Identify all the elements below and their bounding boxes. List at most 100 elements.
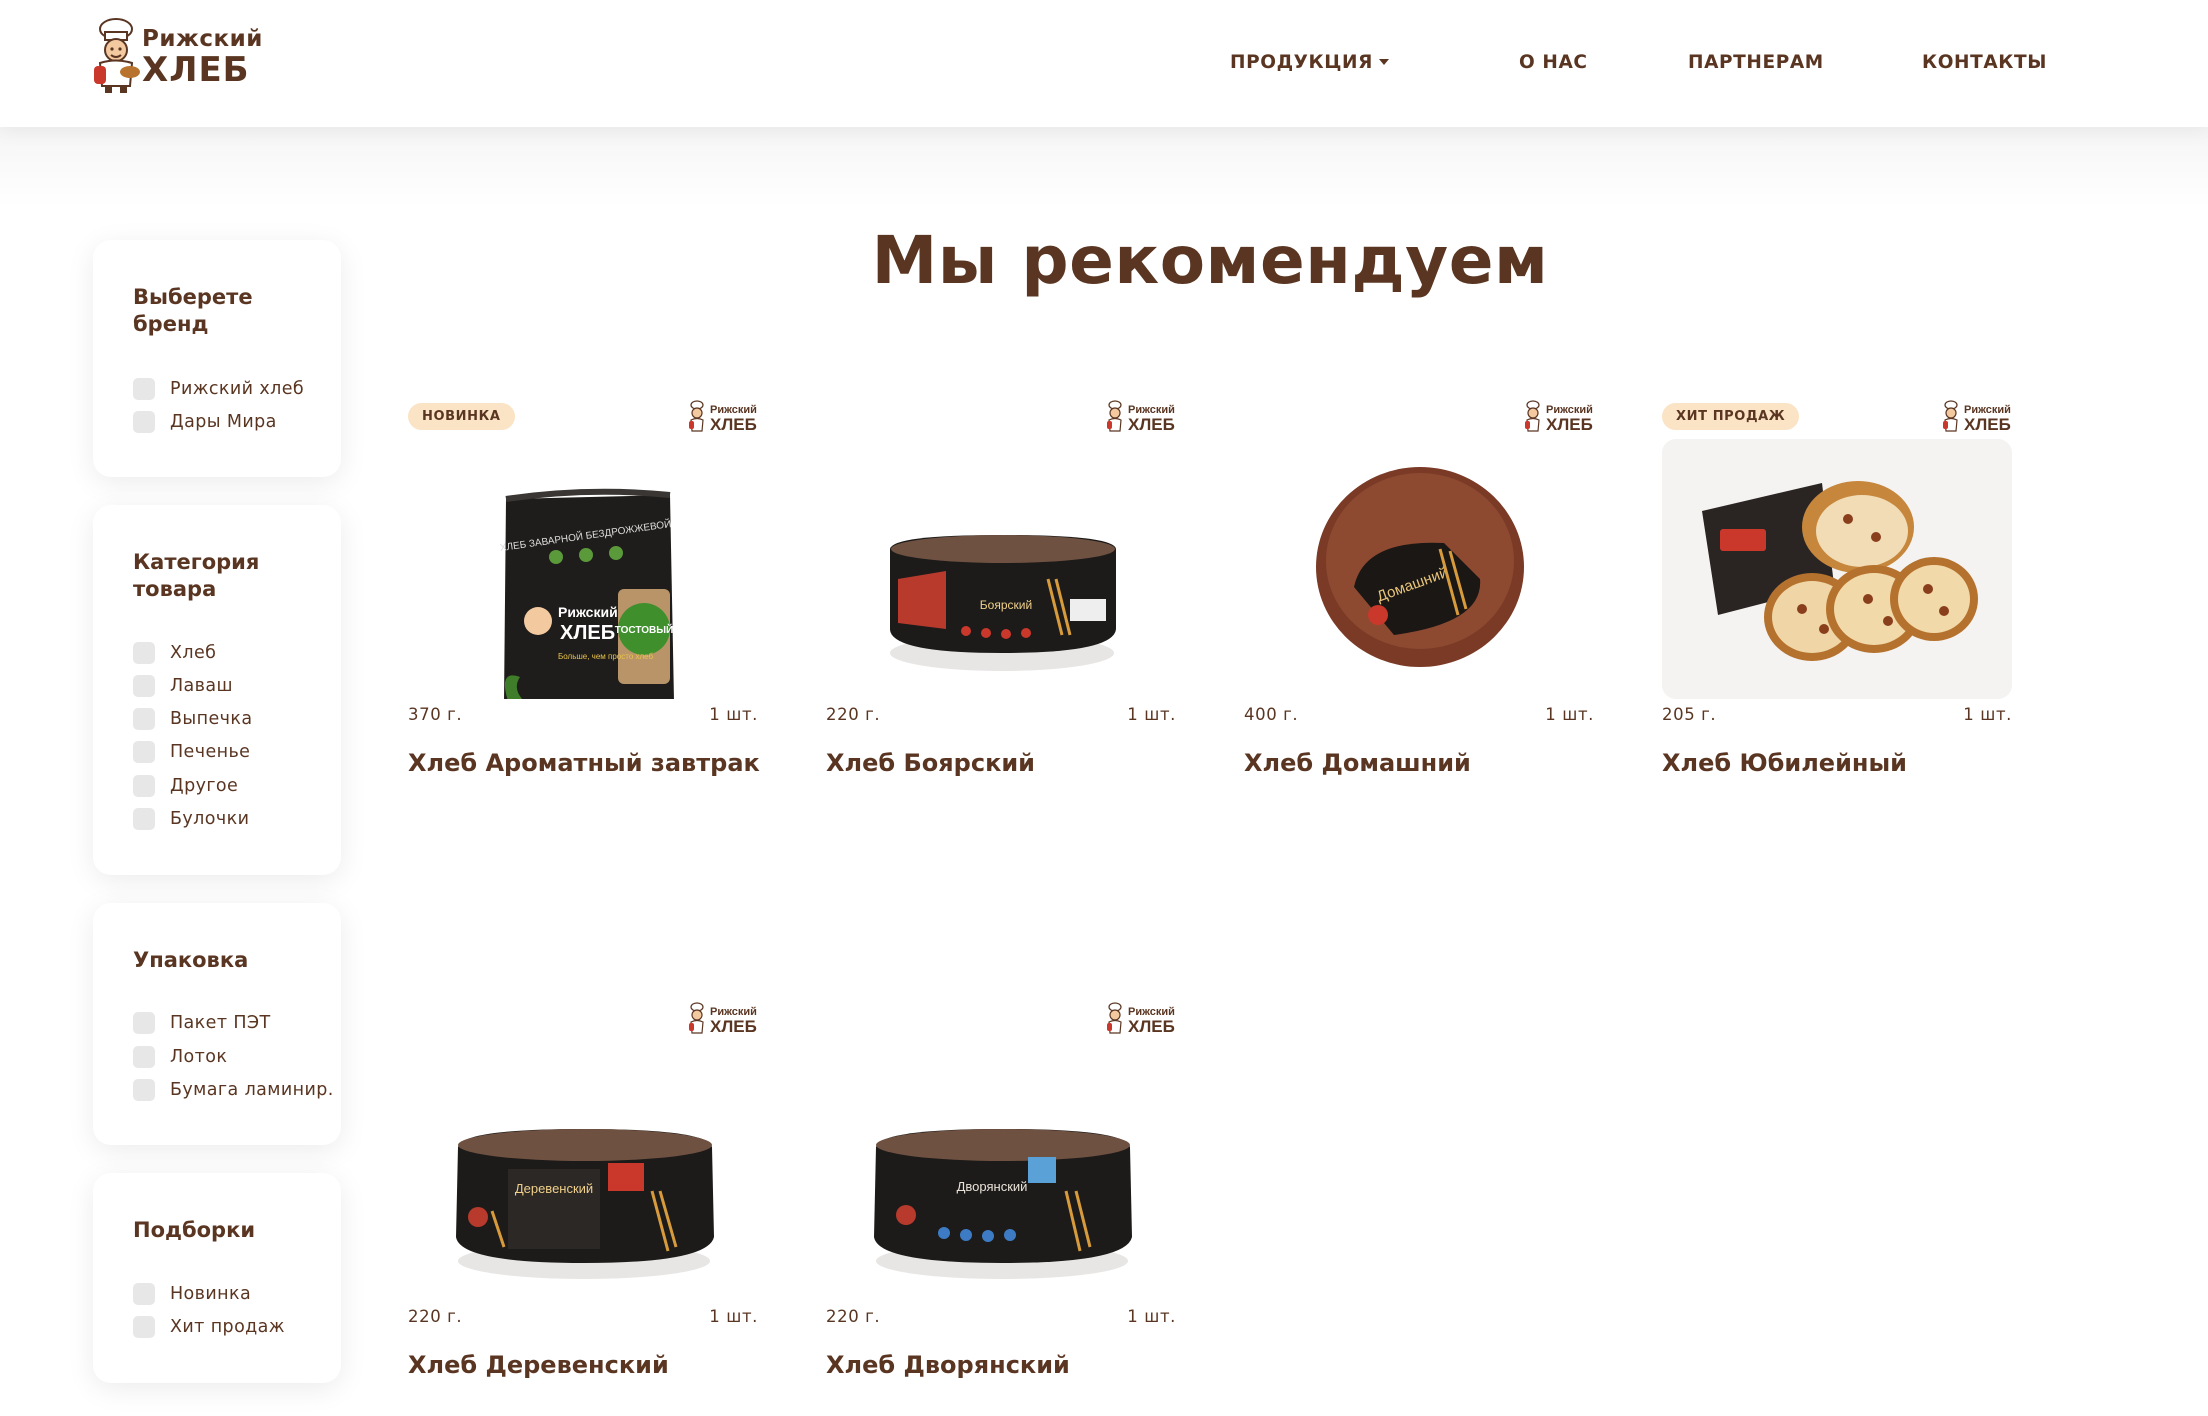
checkbox[interactable] <box>133 411 155 433</box>
filter-option-label: Лаваш <box>170 676 233 696</box>
filter-option-category-cookies[interactable]: Печенье <box>133 740 250 764</box>
product-name[interactable]: Хлеб Юбилейный <box>1662 749 1907 777</box>
product-card[interactable]: НОВИНКА ХЛЕБ ЗАВАРНОЙ БЕЗДРОЖЖЕВОЙ Рижск… <box>408 403 760 823</box>
product-card[interactable]: ХИТ ПРОДАЖ 205 г. 1 шт. Хлеб Юбилейный <box>1662 403 2012 823</box>
site-header: Рижский ХЛЕБ ПРОДУКЦИЯ О НАС ПАРТНЕРАМ К… <box>0 0 2208 127</box>
product-image[interactable]: ХЛЕБ ЗАВАРНОЙ БЕЗДРОЖЖЕВОЙ Рижский ХЛЕБ … <box>408 439 758 699</box>
product-image[interactable]: Боярский <box>826 439 1176 699</box>
filter-option-label: Бумага ламинир. <box>170 1080 334 1100</box>
brand-mini-logo-icon <box>1524 399 1594 437</box>
brand-mini-logo-icon <box>688 399 758 437</box>
filter-option-label: Хит продаж <box>170 1317 285 1337</box>
product-image[interactable]: Домашний <box>1244 439 1594 699</box>
chef-mascot-icon <box>94 18 140 93</box>
checkbox[interactable] <box>133 808 155 830</box>
filter-option-label: Булочки <box>170 809 250 829</box>
product-qty: 1 шт. <box>709 1307 758 1326</box>
filter-package-panel: Упаковка Пакет ПЭТ Лоток Бумага ламинир. <box>93 903 341 1145</box>
brand-mini-logo-icon <box>688 1001 758 1039</box>
pack-label: ТОСТОВЫЙ <box>615 623 673 636</box>
product-qty: 1 шт. <box>1127 1307 1176 1326</box>
checkbox[interactable] <box>133 642 155 664</box>
pack-label: Боярский <box>980 598 1032 612</box>
filter-option-package-paper[interactable]: Бумага ламинир. <box>133 1078 334 1102</box>
brand-mini-logo-icon <box>1942 399 2012 437</box>
filter-package-title: Упаковка <box>133 948 249 972</box>
product-weight: 400 г. <box>1244 705 1299 724</box>
filter-option-collection-hit[interactable]: Хит продаж <box>133 1315 285 1339</box>
nav-products-label: ПРОДУКЦИЯ <box>1230 52 1373 73</box>
filter-option-label: Рижский хлеб <box>170 379 305 399</box>
product-name[interactable]: Хлеб Ароматный завтрак <box>408 749 760 777</box>
filter-option-label: Хлеб <box>170 643 217 663</box>
svg-text:Рижский: Рижский <box>558 604 618 620</box>
product-name[interactable]: Хлеб Боярский <box>826 749 1035 777</box>
filter-option-label: Новинка <box>170 1284 252 1304</box>
product-weight: 220 г. <box>408 1307 463 1326</box>
badge-hit: ХИТ ПРОДАЖ <box>1662 403 1800 430</box>
checkbox[interactable] <box>133 1283 155 1305</box>
product-qty: 1 шт. <box>1127 705 1176 724</box>
filter-brand-panel: Выберете бренд Рижский хлеб Дары Мира <box>93 240 341 477</box>
checkbox[interactable] <box>133 1012 155 1034</box>
svg-text:ХЛЕБ: ХЛЕБ <box>560 622 615 644</box>
header-shadow-band <box>0 127 2208 207</box>
checkbox[interactable] <box>133 1046 155 1068</box>
checkbox[interactable] <box>133 1316 155 1338</box>
filter-option-category-bread[interactable]: Хлеб <box>133 641 216 665</box>
product-card[interactable]: Домашний 400 г. 1 шт. Хлеб Домашний <box>1244 403 1594 823</box>
checkbox[interactable] <box>133 775 155 797</box>
filter-option-collection-new[interactable]: Новинка <box>133 1282 251 1306</box>
product-name[interactable]: Хлеб Домашний <box>1244 749 1471 777</box>
filter-option-package-pet[interactable]: Пакет ПЭТ <box>133 1011 271 1035</box>
filter-option-category-pastry[interactable]: Выпечка <box>133 707 252 731</box>
product-image[interactable]: Дворянский <box>826 1041 1176 1301</box>
filter-option-label: Выпечка <box>170 709 253 729</box>
product-weight: 220 г. <box>826 1307 881 1326</box>
product-card[interactable]: Деревенский 220 г. 1 шт. Хлеб Деревенски… <box>408 1005 758 1416</box>
filter-option-label: Печенье <box>170 742 251 762</box>
checkbox[interactable] <box>133 675 155 697</box>
filter-option-label: Дары Мира <box>170 412 277 432</box>
nav-products[interactable]: ПРОДУКЦИЯ <box>1230 52 1389 73</box>
product-card[interactable]: Дворянский 220 г. 1 шт. Хлеб Дворянский <box>826 1005 1176 1416</box>
filter-collections-title: Подборки <box>133 1218 256 1242</box>
filter-option-category-other[interactable]: Другое <box>133 774 238 798</box>
filter-option-brand-dary[interactable]: Дары Мира <box>133 410 277 434</box>
logo-wordmark: Рижский ХЛЕБ <box>142 26 263 90</box>
filter-category-panel: Категория товара Хлеб Лаваш Выпечка Пече… <box>93 505 341 875</box>
pack-label: Дворянский <box>957 1179 1028 1194</box>
filter-option-label: Пакет ПЭТ <box>170 1013 271 1033</box>
product-weight: 220 г. <box>826 705 881 724</box>
checkbox[interactable] <box>133 378 155 400</box>
product-weight: 205 г. <box>1662 705 1717 724</box>
product-name[interactable]: Хлеб Деревенский <box>408 1351 669 1379</box>
checkbox[interactable] <box>133 708 155 730</box>
filter-option-category-lavash[interactable]: Лаваш <box>133 674 233 698</box>
site-logo[interactable]: Рижский ХЛЕБ <box>90 16 262 94</box>
filter-collections-panel: Подборки Новинка Хит продаж <box>93 1173 341 1383</box>
checkbox[interactable] <box>133 1079 155 1101</box>
product-weight: 370 г. <box>408 705 463 724</box>
product-image[interactable]: Деревенский <box>408 1041 758 1301</box>
pack-label: Деревенский <box>515 1181 593 1196</box>
filter-category-title: Категория товара <box>133 550 260 601</box>
filter-option-package-tray[interactable]: Лоток <box>133 1045 227 1069</box>
nav-about[interactable]: О НАС <box>1519 52 1588 73</box>
logo-line-2: ХЛЕБ <box>142 50 250 90</box>
product-qty: 1 шт. <box>709 705 758 724</box>
svg-text:Больше, чем просто хлеб: Больше, чем просто хлеб <box>558 652 654 661</box>
nav-partners[interactable]: ПАРТНЕРАМ <box>1688 52 1824 73</box>
product-image[interactable] <box>1662 439 2012 699</box>
product-name[interactable]: Хлеб Дворянский <box>826 1351 1070 1379</box>
nav-contacts[interactable]: КОНТАКТЫ <box>1922 52 2047 73</box>
checkbox[interactable] <box>133 741 155 763</box>
brand-mini-logo-icon <box>1106 1001 1176 1039</box>
logo-line-1: Рижский <box>142 26 263 52</box>
brand-mini-logo-icon <box>1106 399 1176 437</box>
chevron-down-icon <box>1378 59 1389 65</box>
filter-option-category-buns[interactable]: Булочки <box>133 807 249 831</box>
filter-option-brand-riga[interactable]: Рижский хлеб <box>133 377 304 401</box>
filter-brand-title: Выберете бренд <box>133 285 253 336</box>
product-card[interactable]: Боярский 220 г. 1 шт. Хлеб Боярский <box>826 403 1176 823</box>
